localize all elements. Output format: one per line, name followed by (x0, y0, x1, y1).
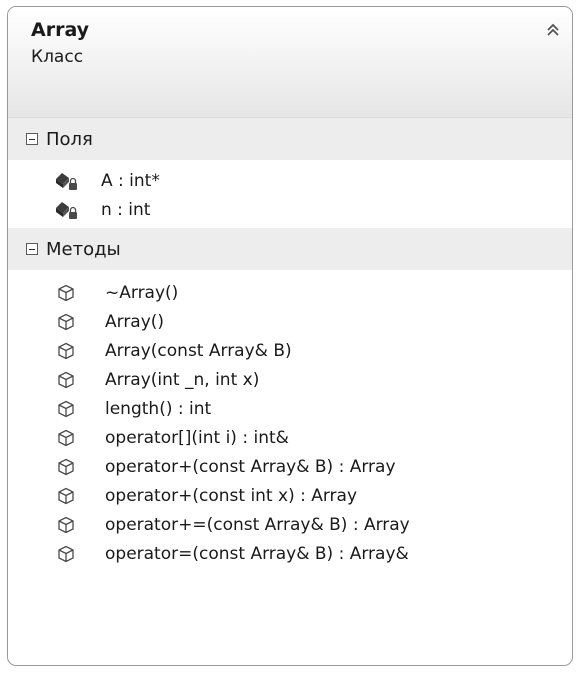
method-icon (57, 313, 75, 331)
field-private-icon (53, 170, 79, 192)
list-item[interactable]: n : int (8, 195, 572, 224)
methods-section: ~Array() Array() Array(const Array& B) Arra… (8, 270, 572, 572)
member-label: Array(const Array& B) (105, 340, 292, 361)
member-label: operator+(const Array& B) : Array (105, 456, 396, 477)
member-label: n : int (101, 199, 151, 220)
member-label: operator+(const int x) : Array (105, 485, 358, 506)
list-item[interactable]: ~Array() (8, 278, 572, 307)
method-icon (57, 284, 75, 302)
method-icon (57, 516, 75, 534)
collapse-minus-icon[interactable] (26, 133, 38, 145)
class-box: Array Класс Поля A : int* n : int Методы … (7, 6, 573, 666)
method-icon (57, 342, 75, 360)
list-item[interactable]: A : int* (8, 166, 572, 195)
collapse-minus-icon[interactable] (26, 243, 38, 255)
class-kind: Класс (31, 47, 84, 67)
method-icon (57, 429, 75, 447)
list-item[interactable]: operator+=(const Array& B) : Array (8, 510, 572, 539)
method-icon (57, 487, 75, 505)
field-private-icon (53, 199, 79, 221)
member-label: Array(int _n, int x) (105, 369, 260, 390)
list-item[interactable]: operator+(const Array& B) : Array (8, 452, 572, 481)
class-name[interactable]: Array (31, 19, 89, 41)
method-icon (57, 545, 75, 563)
member-label: ~Array() (105, 282, 179, 303)
list-item[interactable]: Array(int _n, int x) (8, 365, 572, 394)
methods-section-header[interactable]: Методы (8, 228, 572, 270)
list-item[interactable]: length() : int (8, 394, 572, 423)
method-icon (57, 400, 75, 418)
member-label: operator=(const Array& B) : Array& (105, 543, 409, 564)
fields-list: A : int* n : int (8, 160, 572, 228)
methods-list: ~Array() Array() Array(const Array& B) Arra… (8, 270, 572, 572)
class-header: Array Класс (8, 7, 572, 118)
list-item[interactable]: operator[](int i) : int& (8, 423, 572, 452)
member-label: A : int* (101, 170, 160, 191)
member-label: Array() (105, 311, 165, 332)
methods-section-title: Методы (46, 238, 121, 260)
member-label: operator+=(const Array& B) : Array (105, 514, 410, 535)
list-item[interactable]: operator=(const Array& B) : Array& (8, 539, 572, 568)
fields-section-header[interactable]: Поля (8, 118, 572, 160)
list-item[interactable]: Array() (8, 307, 572, 336)
member-label: operator[](int i) : int& (105, 427, 289, 448)
fields-section: Поля A : int* n : int (8, 118, 572, 228)
method-icon (57, 371, 75, 389)
list-item[interactable]: Array(const Array& B) (8, 336, 572, 365)
member-label: length() : int (105, 398, 212, 419)
method-icon (57, 458, 75, 476)
fields-section-title: Поля (46, 128, 93, 150)
double-chevron-up-icon[interactable] (542, 19, 564, 41)
list-item[interactable]: operator+(const int x) : Array (8, 481, 572, 510)
